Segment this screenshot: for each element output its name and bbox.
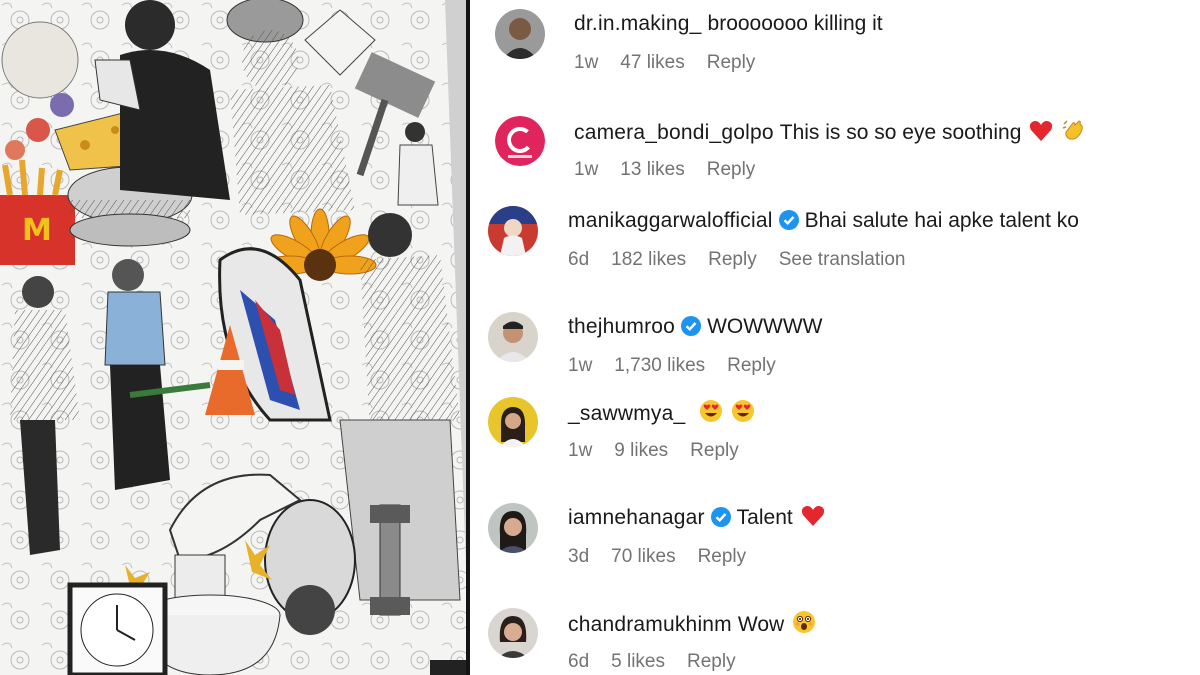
comment-username[interactable]: manikaggarwalofficial <box>568 209 773 232</box>
comment-text: WOWWWW <box>707 315 823 338</box>
avatar-photo-icon <box>488 503 538 553</box>
comment-username[interactable]: iamnehanagar <box>568 506 705 529</box>
sketch-artwork-image: M <box>0 0 470 675</box>
astonished-face-icon <box>792 610 816 641</box>
verified-badge-icon <box>681 316 702 336</box>
clapping-hands-icon <box>1061 118 1085 149</box>
comment-username[interactable]: chandramukhinm <box>568 613 732 636</box>
comment-time: 3d <box>568 546 590 567</box>
reply-button[interactable]: Reply <box>690 440 739 461</box>
comment-time: 6d <box>568 651 590 672</box>
comment-likes[interactable]: 13 likes <box>620 159 684 180</box>
comment-username[interactable]: dr.in.making_ <box>574 12 702 35</box>
comment-likes[interactable]: 182 likes <box>611 249 686 270</box>
comment-time: 1w <box>568 440 593 461</box>
red-heart-icon <box>801 505 825 534</box>
verified-badge-icon <box>778 210 799 230</box>
comment-username[interactable]: camera_bondi_golpo <box>574 121 774 144</box>
comment-username[interactable]: _sawwmya_ <box>568 402 685 425</box>
comment-text: Talent <box>736 506 793 529</box>
comment-text: This is so so eye soothing <box>779 121 1022 144</box>
comment-time: 1w <box>568 355 593 376</box>
comment-likes[interactable]: 1,730 likes <box>614 355 705 376</box>
comment-time: 1w <box>574 159 599 180</box>
comment-username[interactable]: thejhumroo <box>568 315 675 338</box>
comment-likes[interactable]: 5 likes <box>611 651 665 672</box>
comments-panel: dr.in.making_ brooooooo killing it 1w 47 l… <box>470 0 1200 675</box>
red-heart-icon <box>1029 120 1053 149</box>
avatar-photo-icon <box>488 206 538 256</box>
comment-text: brooooooo killing it <box>707 12 883 35</box>
see-translation-button[interactable]: See translation <box>779 249 906 270</box>
avatar-photo-icon <box>488 608 538 658</box>
svg-text:M: M <box>22 213 52 248</box>
comment-likes[interactable]: 9 likes <box>614 440 668 461</box>
comment-time: 6d <box>568 249 590 270</box>
avatar[interactable] <box>488 397 538 447</box>
avatar-photo-icon <box>488 312 538 362</box>
avatar[interactable] <box>495 116 545 166</box>
comment-text: Wow <box>737 613 785 636</box>
artwork-drawing: M <box>0 0 470 675</box>
comment-likes[interactable]: 47 likes <box>620 52 684 73</box>
heart-eyes-icon <box>699 399 723 430</box>
avatar-photo-icon <box>495 9 545 59</box>
comment-likes[interactable]: 70 likes <box>611 546 675 567</box>
comment-time: 1w <box>574 52 599 73</box>
avatar[interactable] <box>488 608 538 658</box>
reply-button[interactable]: Reply <box>707 159 756 180</box>
avatar[interactable] <box>488 312 538 362</box>
comment-text: Bhai salute hai apke talent ko <box>804 209 1079 232</box>
reply-button[interactable]: Reply <box>707 52 756 73</box>
avatar-logo-icon <box>495 116 545 166</box>
avatar[interactable] <box>488 206 538 256</box>
heart-eyes-icon <box>731 399 755 430</box>
avatar[interactable] <box>495 9 545 59</box>
avatar-photo-icon <box>488 397 538 447</box>
avatar[interactable] <box>488 503 538 553</box>
reply-button[interactable]: Reply <box>727 355 776 376</box>
reply-button[interactable]: Reply <box>708 249 757 270</box>
reply-button[interactable]: Reply <box>698 546 747 567</box>
verified-badge-icon <box>710 507 731 527</box>
reply-button[interactable]: Reply <box>687 651 736 672</box>
